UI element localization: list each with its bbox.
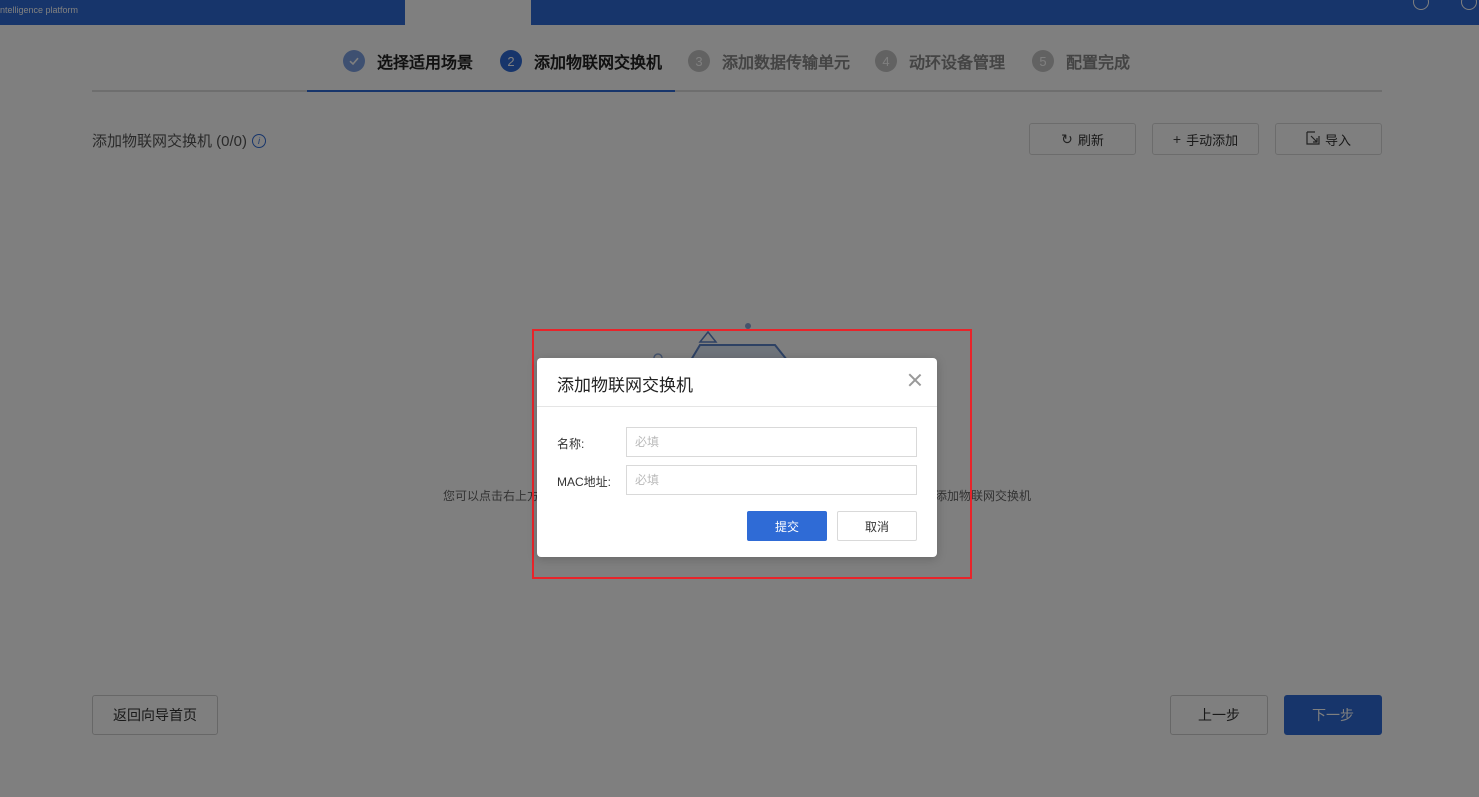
add-switch-dialog: 添加物联网交换机 名称: MAC地址: 提交 取消 <box>537 358 937 557</box>
name-input[interactable] <box>626 427 917 457</box>
name-label: 名称: <box>557 437 585 451</box>
dialog-title: 添加物联网交换机 <box>557 376 693 395</box>
submit-button[interactable]: 提交 <box>747 511 827 541</box>
dialog-header: 添加物联网交换机 <box>537 358 937 407</box>
mac-address-input[interactable] <box>626 465 917 495</box>
close-icon[interactable] <box>905 370 925 390</box>
mac-address-label: MAC地址: <box>557 475 612 489</box>
cancel-button[interactable]: 取消 <box>837 511 917 541</box>
